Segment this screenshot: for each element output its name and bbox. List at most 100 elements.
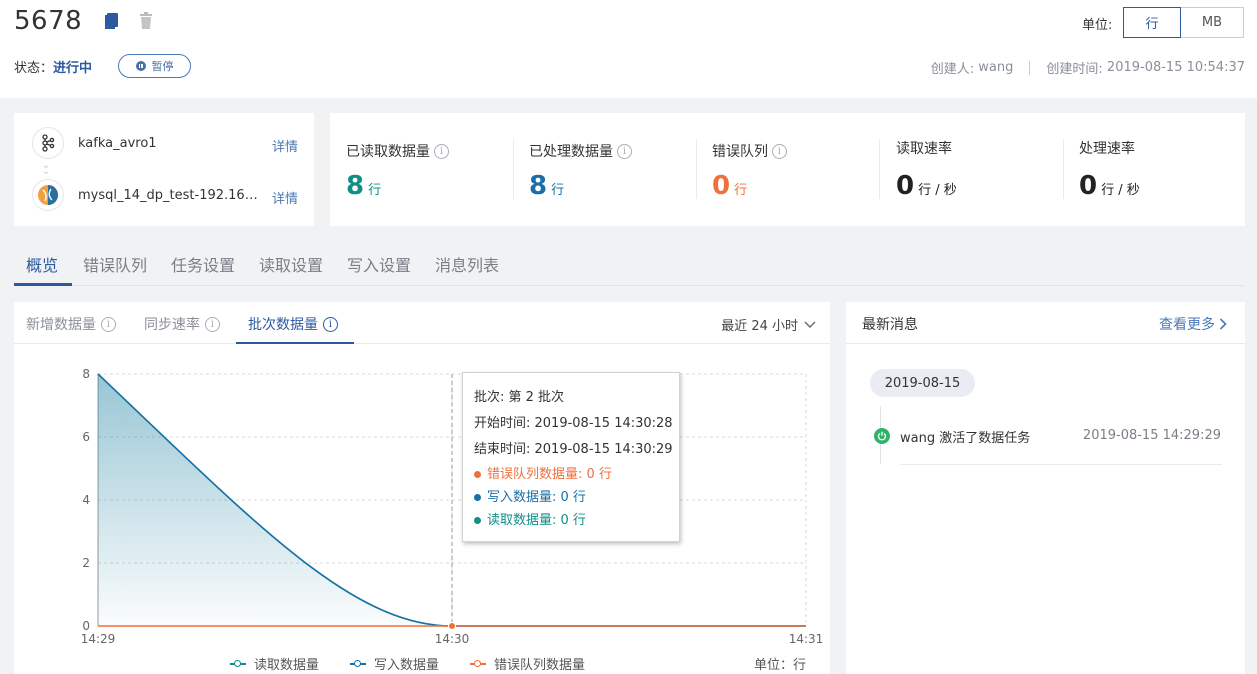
- status-label: 状态：: [14, 61, 54, 76]
- tooltip-dot: [474, 494, 481, 501]
- created-time: 2019-08-15 10:54:37: [1106, 60, 1245, 75]
- subtab-new-data[interactable]: 新增数据量 i: [26, 314, 116, 334]
- creator-value: wang: [978, 60, 1014, 75]
- source-detail-link[interactable]: 详情: [272, 136, 298, 155]
- tooltip-end: 结束时间: 2019-08-15 14:30:29: [474, 442, 673, 457]
- legend-error[interactable]: 错误队列数据量: [470, 654, 585, 673]
- tab-read-settings[interactable]: 读取设置: [259, 252, 323, 276]
- subtab-new-data-label: 新增数据量: [26, 317, 96, 333]
- stat-read-rate-value: 0行 / 秒: [896, 171, 957, 201]
- chart-unit: 单位：行: [753, 658, 806, 673]
- legend-read[interactable]: 读取数据量: [230, 654, 319, 673]
- legend-write[interactable]: 写入数据量: [350, 654, 439, 673]
- mysql-icon: [32, 179, 64, 211]
- stat-process-rate-label: 处理速率: [1079, 141, 1135, 157]
- info-icon[interactable]: i: [205, 316, 220, 332]
- time-range-value: 最近 24 小时: [721, 319, 798, 334]
- stat-read-number: 8: [346, 171, 365, 201]
- stat-error-value: 0行: [712, 171, 747, 201]
- legend-marker: [350, 659, 366, 669]
- pause-button[interactable]: 暂停: [118, 54, 191, 78]
- unit-rows-button[interactable]: 行: [1123, 7, 1181, 38]
- stat-read-rate-label: 读取速率: [896, 141, 952, 157]
- target-node: mysql_14_dp_test-192.168.1.102: [32, 179, 258, 211]
- info-icon[interactable]: i: [323, 316, 338, 332]
- stat-read-rate-number: 0: [896, 171, 915, 201]
- kafka-icon: [32, 127, 64, 159]
- x-tick-label: 14:30: [435, 632, 470, 646]
- tab-message-list[interactable]: 消息列表: [435, 252, 499, 276]
- active-tab-indicator: [14, 283, 72, 286]
- meta-divider: [1029, 60, 1031, 75]
- stat-process-rate-number: 0: [1079, 171, 1098, 201]
- source-name: kafka_avro1: [78, 135, 157, 151]
- stat-processed-label: 已处理数据量 i: [529, 141, 632, 161]
- tooltip-read-text: 读取数据量: 0 行: [487, 513, 586, 528]
- legend-write-label: 写入数据量: [374, 658, 440, 673]
- target-name: mysql_14_dp_test-192.168.1.102: [78, 187, 258, 203]
- time-range-select[interactable]: 最近 24 小时: [721, 315, 816, 334]
- tab-overview[interactable]: 概览: [26, 252, 58, 276]
- stat-processed-value: 8行: [529, 171, 564, 201]
- task-meta: 创建人: wang 创建时间: 2019-08-15 10:54:37: [931, 58, 1245, 77]
- news-item-time: 2019-08-15 14:29:29: [1082, 428, 1221, 443]
- main-tabs: 概览 错误队列 任务设置 读取设置 写入设置 消息列表: [14, 239, 1245, 286]
- tooltip-error: 错误队列数据量: 0 行: [474, 463, 668, 486]
- chevron-right-icon: [1219, 318, 1227, 330]
- tab-write-settings[interactable]: 写入设置: [347, 252, 411, 276]
- unit-label: 单位:: [1082, 18, 1113, 33]
- target-detail-link[interactable]: 详情: [272, 188, 298, 207]
- power-icon: [874, 428, 890, 444]
- view-more-link[interactable]: 查看更多: [1159, 314, 1227, 334]
- y-tick-label: 0: [82, 619, 90, 633]
- chart-panel: 新增数据量 i 同步速率 i 批次数据量 i 最近 24 小时 0 2 4 6 8 14:29 1…: [14, 302, 830, 674]
- source-target-card: kafka_avro1 详情 ⌄ ⌄ mysql_14_dp_test-192.1…: [14, 113, 314, 226]
- batch-chart[interactable]: 0 2 4 6 8 14:29 14:30 14:31: [14, 344, 830, 654]
- stats-card: 已读取数据量 i 8行 已处理数据量 i 8行 错误队列 i 0行 读取速率 0行 /…: [330, 113, 1245, 226]
- tab-error-queue[interactable]: 错误队列: [83, 252, 147, 276]
- unit-toggle: 行 MB: [1123, 7, 1244, 38]
- legend-read-label: 读取数据量: [254, 658, 320, 673]
- stat-process-rate-value: 0行 / 秒: [1079, 171, 1140, 201]
- stat-read-rate-unit: 行 / 秒: [918, 183, 957, 198]
- legend-error-label: 错误队列数据量: [494, 658, 586, 673]
- subtab-sync-rate[interactable]: 同步速率 i: [144, 314, 220, 334]
- flow-arrow-icon: ⌄ ⌄: [42, 160, 51, 177]
- stat-read-value: 8行: [346, 171, 381, 201]
- stat-processed-label-text: 已处理数据量: [529, 144, 613, 160]
- chart-legend: 读取数据量 写入数据量 错误队列数据量 单位：行: [14, 654, 830, 674]
- y-tick-label: 6: [82, 430, 90, 444]
- pause-label: 暂停: [151, 60, 174, 73]
- stat-read-unit: 行: [368, 183, 382, 198]
- stat-error-label-text: 错误队列: [712, 144, 768, 160]
- news-divider: [900, 464, 1222, 465]
- tooltip-error-text: 错误队列数据量: 0 行: [487, 467, 612, 482]
- tooltip-write-text: 写入数据量: 0 行: [487, 490, 586, 505]
- hover-point: [448, 622, 456, 630]
- stat-divider: [1063, 139, 1064, 199]
- tooltip-read: 读取数据量: 0 行: [474, 509, 668, 532]
- stat-error-unit: 行: [734, 183, 748, 198]
- news-date-pill: 2019-08-15: [870, 369, 975, 397]
- info-icon[interactable]: i: [434, 143, 449, 159]
- stat-read-label-text: 已读取数据量: [346, 144, 430, 160]
- tab-task-settings[interactable]: 任务设置: [171, 252, 235, 276]
- x-tick-label: 14:31: [789, 632, 824, 646]
- legend-marker: [230, 659, 246, 669]
- subtab-batch-data[interactable]: 批次数据量 i: [248, 314, 338, 334]
- delete-icon[interactable]: [138, 12, 154, 30]
- unit-mb-button[interactable]: MB: [1180, 7, 1244, 38]
- task-id: 5678: [14, 6, 83, 36]
- creator-label: 创建人:: [930, 62, 975, 77]
- pause-icon: [135, 61, 146, 71]
- chevron-down-icon: [804, 321, 816, 328]
- tooltip-write: 写入数据量: 0 行: [474, 486, 668, 509]
- copy-icon[interactable]: [104, 12, 120, 30]
- info-icon[interactable]: i: [772, 143, 787, 159]
- info-icon[interactable]: i: [617, 143, 632, 159]
- stat-error-label: 错误队列 i: [712, 141, 787, 161]
- status-value: 进行中: [53, 61, 93, 76]
- info-icon[interactable]: i: [101, 316, 116, 332]
- y-tick-label: 2: [82, 556, 90, 570]
- view-more-label: 查看更多: [1159, 317, 1215, 333]
